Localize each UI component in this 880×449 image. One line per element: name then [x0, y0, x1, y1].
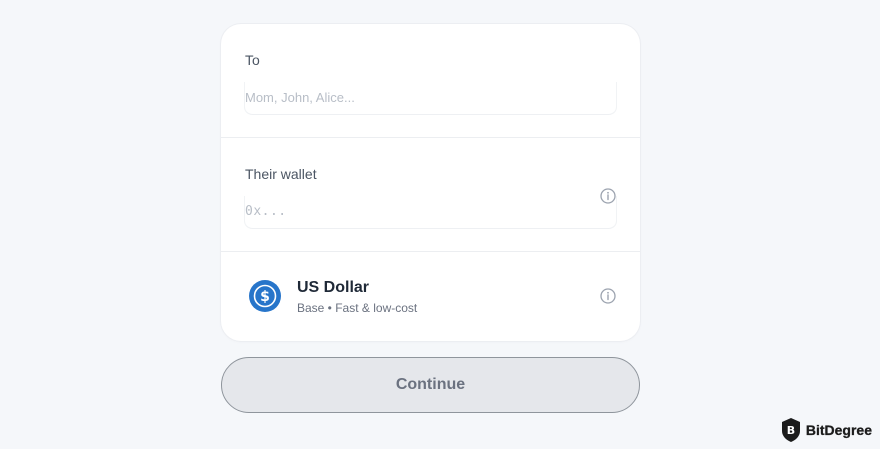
recipient-input-wrapper	[245, 82, 616, 115]
send-form-card: To Their wallet $ US Dollar Base • Fast	[221, 24, 640, 341]
continue-button[interactable]: Continue	[221, 357, 640, 413]
watermark-text: BitDegree	[805, 422, 872, 438]
asset-info-icon[interactable]	[600, 288, 616, 304]
usd-coin-icon: $	[249, 280, 281, 312]
bitdegree-watermark: B BitDegree	[780, 417, 872, 443]
wallet-section: Their wallet	[221, 138, 640, 252]
svg-text:$: $	[260, 289, 270, 305]
recipient-section: To	[221, 24, 640, 138]
recipient-label: To	[245, 52, 260, 68]
asset-network-subtitle: Base • Fast & low-cost	[297, 301, 418, 315]
wallet-address-input[interactable]	[245, 196, 616, 226]
wallet-input-wrapper	[245, 196, 616, 229]
bitdegree-logo-icon: B	[781, 418, 800, 442]
recipient-input[interactable]	[245, 82, 616, 112]
asset-name: US Dollar	[297, 279, 370, 296]
svg-text:B: B	[787, 424, 795, 437]
asset-section[interactable]: $ US Dollar Base • Fast & low-cost	[221, 252, 640, 341]
wallet-label: Their wallet	[245, 166, 317, 182]
